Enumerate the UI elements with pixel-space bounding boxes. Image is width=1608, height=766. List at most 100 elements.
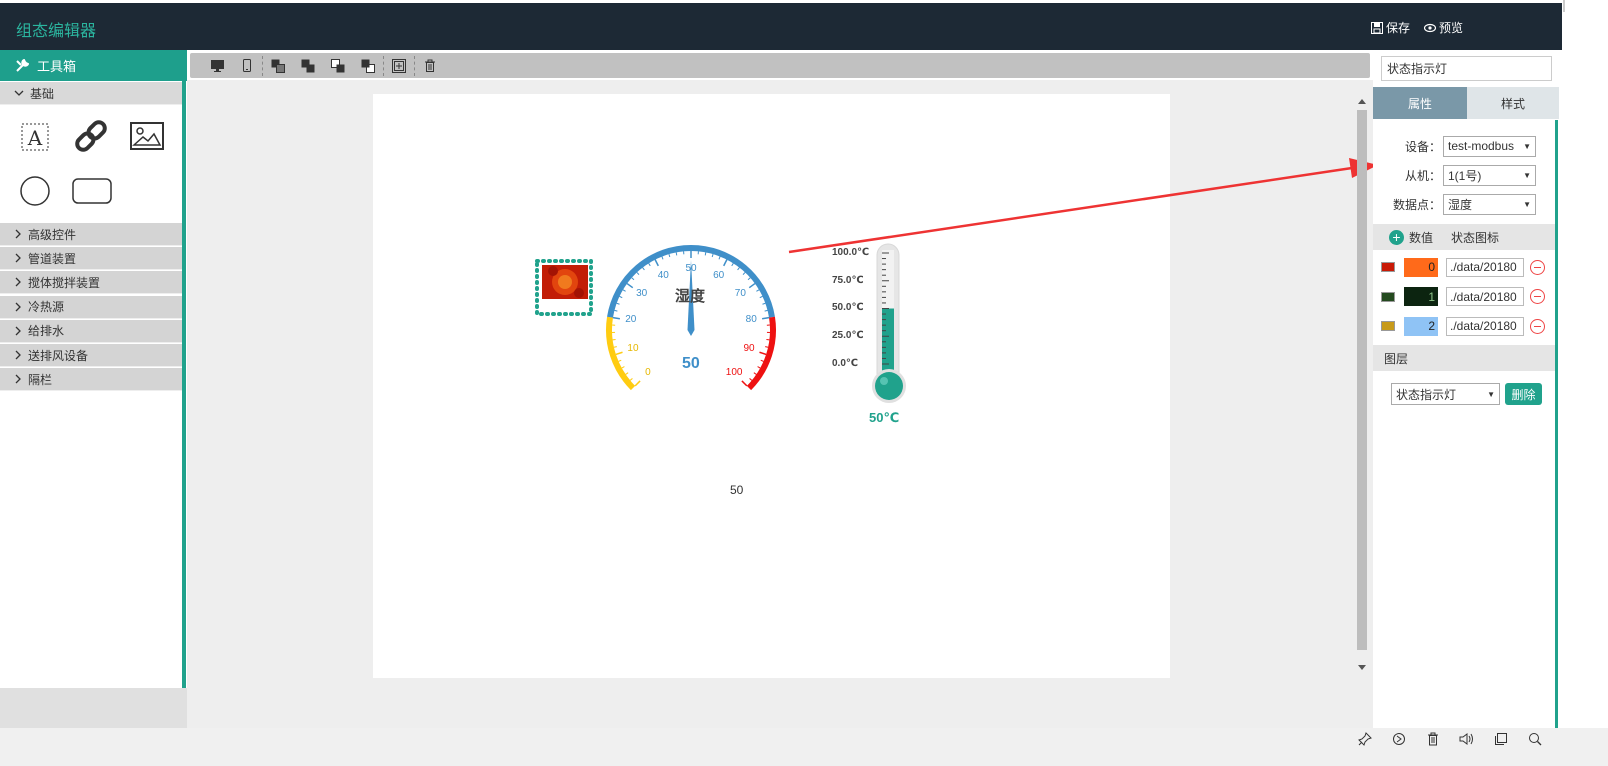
tab-properties[interactable]: 属性	[1373, 87, 1467, 119]
slave-select[interactable]: 1(1号) ▼	[1443, 164, 1536, 186]
design-canvas[interactable]	[373, 94, 1170, 678]
gauge-tick-label: 0	[645, 367, 651, 379]
canvas-scrollbar[interactable]	[1355, 96, 1369, 678]
link-icon	[75, 120, 107, 152]
toolbox-panel: 工具箱 基础 A 高级控件管道装置搅体搅拌装置 冷热源给排水送排风设备隔栏	[0, 50, 187, 728]
text-tool[interactable]: A	[16, 118, 54, 156]
link-tool[interactable]	[70, 115, 112, 157]
image-tool[interactable]	[128, 118, 166, 154]
toolbox-title: 工具箱	[37, 59, 77, 74]
state-value-swatch[interactable]: 1	[1404, 287, 1438, 306]
slave-label: 从机：	[1404, 168, 1441, 183]
gauge-tick-label: 80	[745, 314, 757, 326]
state-icon-path-input[interactable]: ./data/20180	[1446, 316, 1524, 336]
state-value-swatch[interactable]: 0	[1404, 257, 1438, 277]
send-backward-button[interactable]	[323, 53, 353, 78]
scroll-thumb[interactable]	[1357, 110, 1367, 650]
chevron-right-icon	[15, 350, 21, 360]
eye-icon	[1424, 23, 1436, 32]
category-item[interactable]: 冷热源	[0, 295, 182, 319]
state-icon-path-input[interactable]: ./data/20180	[1446, 257, 1524, 277]
pin-icon[interactable]	[1356, 730, 1374, 748]
state-thumbnail	[1381, 321, 1395, 331]
category-label: 搅体搅拌装置	[28, 275, 101, 290]
section-basic[interactable]: 基础	[0, 82, 182, 105]
desktop-view-button[interactable]	[202, 53, 232, 78]
chevron-down-icon	[14, 90, 24, 96]
remove-state-icon[interactable]	[1530, 289, 1545, 304]
send-backward-icon	[331, 58, 345, 72]
category-label: 高级控件	[28, 227, 77, 242]
device-value: test-modbus	[1448, 139, 1515, 153]
circle-tool[interactable]	[16, 172, 54, 210]
group-button[interactable]	[384, 53, 414, 78]
bring-to-front-button[interactable]	[293, 53, 323, 78]
bring-to-front-icon	[301, 59, 315, 72]
category-item[interactable]: 高级控件	[0, 223, 182, 246]
remove-state-icon[interactable]	[1530, 259, 1545, 275]
bring-forward-button[interactable]	[263, 53, 293, 78]
remove-state-icon[interactable]	[1530, 318, 1545, 334]
point-select[interactable]: 湿度 ▼	[1443, 193, 1536, 215]
desktop-icon	[210, 59, 224, 72]
layer-select[interactable]: 状态指示灯 ▼	[1391, 383, 1500, 405]
delete-button[interactable]	[415, 53, 445, 78]
category-label: 冷热源	[28, 300, 65, 315]
preview-button[interactable]: 预览	[1424, 19, 1463, 36]
volume-icon[interactable]	[1458, 730, 1476, 748]
circle-icon	[20, 176, 50, 206]
chevron-right-icon	[15, 374, 21, 384]
state-table-header: + 数值 状态图标	[1373, 224, 1555, 250]
plus-icon: +	[1392, 229, 1401, 245]
send-to-back-button[interactable]	[353, 53, 383, 78]
col-value-label: 数值	[1409, 230, 1434, 245]
send-to-back-icon	[361, 59, 375, 73]
layer-section: 图层	[1373, 345, 1555, 371]
layer-section-label: 图层	[1384, 351, 1409, 366]
delete-layer-button[interactable]: 删除	[1505, 383, 1542, 405]
window-icon[interactable]	[1492, 730, 1510, 748]
category-item[interactable]: 搅体搅拌装置	[0, 271, 182, 295]
state-icon-path-input[interactable]: ./data/20180	[1446, 287, 1524, 306]
category-item[interactable]: 管道装置	[0, 247, 182, 271]
device-row: 设备： test-modbus ▼	[1373, 134, 1536, 158]
trash-icon[interactable]	[1424, 730, 1442, 748]
rectangle-tool[interactable]	[70, 175, 114, 207]
chevron-right-icon	[15, 326, 21, 336]
category-label: 送排风设备	[28, 348, 89, 363]
slave-value: 1(1号)	[1448, 168, 1482, 183]
chevron-down-icon: ▼	[1523, 141, 1531, 151]
text-icon: A	[21, 123, 49, 151]
properties-border	[1555, 120, 1558, 728]
slave-row: 从机： 1(1号) ▼	[1373, 163, 1536, 187]
state-thumbnail	[1381, 291, 1395, 302]
window-edge	[1562, 0, 1608, 766]
rectangle-icon	[72, 178, 112, 204]
state-value-swatch[interactable]: 2	[1404, 316, 1438, 336]
chevron-down-icon: ▼	[1523, 199, 1531, 209]
device-label: 设备：	[1404, 139, 1441, 154]
mobile-view-button[interactable]	[232, 53, 262, 78]
component-name-input[interactable]	[1381, 56, 1552, 81]
category-item[interactable]: 给排水	[0, 319, 182, 343]
tab-style[interactable]: 样式	[1467, 87, 1559, 119]
preview-label: 预览	[1439, 21, 1464, 35]
edge-tick	[1563, 0, 1565, 12]
add-state-button[interactable]: +	[1389, 229, 1404, 245]
save-button[interactable]: 保存	[1371, 19, 1410, 36]
sync-icon[interactable]	[1390, 730, 1408, 748]
category-item[interactable]: 隔栏	[0, 368, 182, 392]
device-select[interactable]: test-modbus ▼	[1443, 135, 1536, 157]
point-row: 数据点： 湿度 ▼	[1373, 192, 1536, 216]
mobile-icon	[243, 59, 251, 72]
layer-select-value: 状态指示灯	[1396, 387, 1457, 402]
chevron-right-icon	[15, 302, 21, 312]
search-icon[interactable]	[1526, 730, 1544, 748]
point-value: 湿度	[1448, 197, 1473, 212]
category-item[interactable]: 送排风设备	[0, 344, 182, 367]
save-label: 保存	[1386, 21, 1411, 35]
text-widget[interactable]: 50	[730, 483, 743, 497]
state-row: 2 ./data/20180	[1373, 315, 1545, 337]
toolbox-header: 工具箱	[0, 50, 187, 81]
state-row: 1 ./data/20180	[1373, 286, 1545, 308]
